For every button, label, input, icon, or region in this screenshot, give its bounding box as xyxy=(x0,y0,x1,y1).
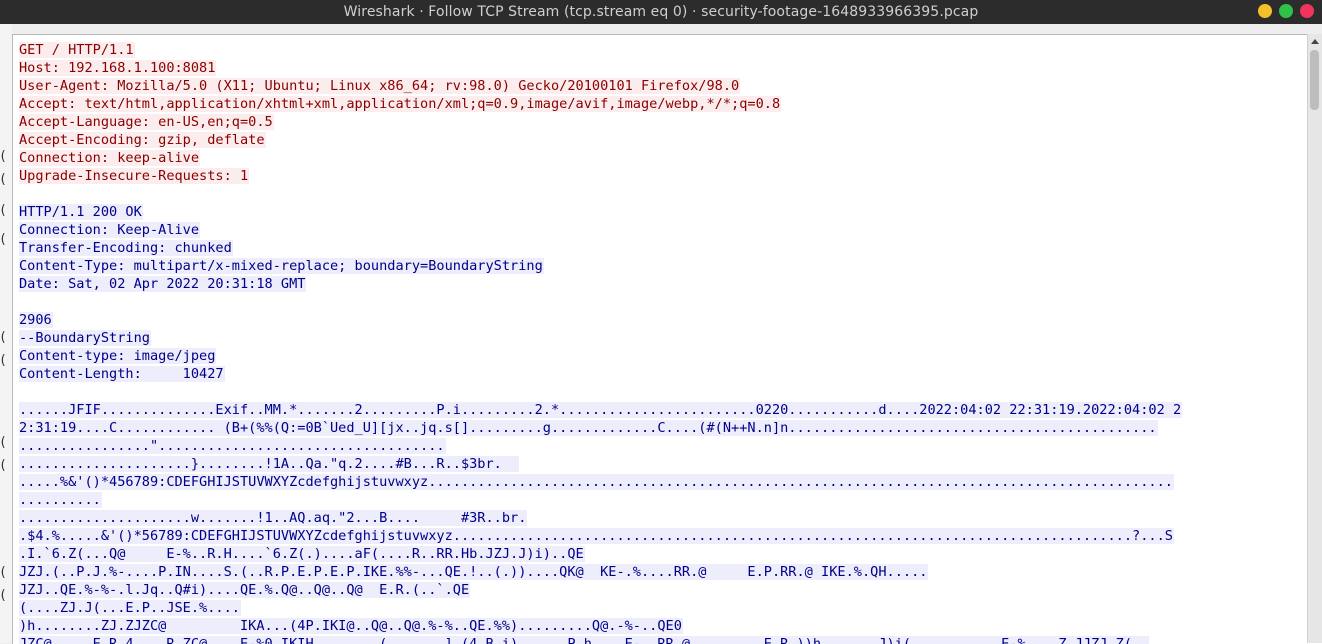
server-text: Content-type: image/jpeg xyxy=(19,348,217,364)
client-text: Accept-Encoding: gzip, deflate xyxy=(19,132,266,148)
window-title: Wireshark · Follow TCP Stream (tcp.strea… xyxy=(343,4,979,20)
server-text: Content-Length: 10427 xyxy=(19,366,225,382)
window-controls xyxy=(1258,4,1314,18)
minimize-button[interactable] xyxy=(1258,4,1272,18)
server-text: )h........ZJ.ZJZC@ IKA...(4P.IKI@..Q@..Q… xyxy=(19,618,683,634)
client-line: Accept: text/html,application/xhtml+xml,… xyxy=(19,95,1309,113)
strip-glyph: ( xyxy=(0,172,7,187)
strip-glyph: ( xyxy=(0,232,7,247)
server-line: 2:31:19....C............ (B+(%%(Q:=0B`Ue… xyxy=(19,419,1309,437)
server-line: Connection: Keep-Alive xyxy=(19,221,1309,239)
strip-glyph: ( xyxy=(0,203,7,218)
strip-glyph: ( xyxy=(0,458,7,473)
client-text: User-Agent: Mozilla/5.0 (X11; Ubuntu; Li… xyxy=(19,78,741,94)
server-text: 2:31:19....C............ (B+(%%(Q:=0B`Ue… xyxy=(19,420,1158,436)
strip-glyph: ( xyxy=(0,149,7,164)
client-line: Connection: keep-alive xyxy=(19,149,1309,167)
client-text: Accept-Language: en-US,en;q=0.5 xyxy=(19,114,274,130)
close-button[interactable] xyxy=(1300,4,1314,18)
server-text: (....ZJ.J(...E.P..JSE.%.... xyxy=(19,600,241,616)
server-text: .$4.%.....&'()*56789:CDEFGHIJSTUVWXYZcde… xyxy=(19,528,1174,544)
server-text: Date: Sat, 02 Apr 2022 20:31:18 GMT xyxy=(19,276,307,292)
server-line: --BoundaryString xyxy=(19,329,1309,347)
server-text: .....................w.......!1..AQ.aq."… xyxy=(19,510,528,526)
server-line: Content-Length: 10427 xyxy=(19,365,1309,383)
server-text: HTTP/1.1 200 OK xyxy=(19,204,143,220)
server-line: Content-type: image/jpeg xyxy=(19,347,1309,365)
server-line: HTTP/1.1 200 OK xyxy=(19,203,1309,221)
client-text: Host: 192.168.1.100:8081 xyxy=(19,60,217,76)
server-line: Transfer-Encoding: chunked xyxy=(19,239,1309,257)
client-line: Accept-Encoding: gzip, deflate xyxy=(19,131,1309,149)
server-line: .I.`6.Z(...Q@ E-%..R.H....`6.Z(.)....aF(… xyxy=(19,545,1309,563)
server-text: Transfer-Encoding: chunked xyxy=(19,240,233,256)
server-line: JZJ.(..P.J.%-....P.IN....S.(..R.P.E.P.E.… xyxy=(19,563,1309,581)
server-text: JZJ..QE.%-%-.l.Jq..Q#i)....QE.%.Q@..Q@..… xyxy=(19,582,471,598)
client-text: Upgrade-Insecure-Requests: 1 xyxy=(19,168,250,184)
client-line: Host: 192.168.1.100:8081 xyxy=(19,59,1309,77)
client-line: GET / HTTP/1.1 xyxy=(19,41,1309,59)
client-line: Accept-Language: en-US,en;q=0.5 xyxy=(19,113,1309,131)
server-line: ................".......................… xyxy=(19,437,1309,455)
server-text: Connection: Keep-Alive xyxy=(19,222,201,238)
window-titlebar[interactable]: Wireshark · Follow TCP Stream (tcp.strea… xyxy=(0,0,1322,24)
server-line: .....................}........!1A..Qa."q… xyxy=(19,455,1309,473)
server-line: JZJ..QE.%-%-.l.Jq..Q#i)....QE.%.Q@..Q@..… xyxy=(19,581,1309,599)
server-text: Content-Type: multipart/x-mixed-replace;… xyxy=(19,258,544,274)
client-line: Upgrade-Insecure-Requests: 1 xyxy=(19,167,1309,185)
server-line: .$4.%.....&'()*56789:CDEFGHIJSTUVWXYZcde… xyxy=(19,527,1309,545)
strip-glyph: ( xyxy=(0,353,7,368)
server-line: Date: Sat, 02 Apr 2022 20:31:18 GMT xyxy=(19,275,1309,293)
background-window-strip: ( ( ( ( ( ( ( ( ( ( xyxy=(0,24,12,643)
server-line: .....%&'()*456789:CDEFGHIJSTUVWXYZcdefgh… xyxy=(19,473,1309,491)
strip-glyph: ( xyxy=(0,588,7,603)
server-text: JZJ.(..P.J.%-....P.IN....S.(..R.P.E.P.E.… xyxy=(19,564,929,580)
server-text: ................".......................… xyxy=(19,438,446,454)
maximize-button[interactable] xyxy=(1279,4,1293,18)
server-line: )h........ZJ.ZJZC@ IKA...(4P.IKI@..Q@..Q… xyxy=(19,617,1309,635)
server-line: (....ZJ.J(...E.P..JSE.%.... xyxy=(19,599,1309,617)
server-line: Content-Type: multipart/x-mixed-replace;… xyxy=(19,257,1309,275)
server-line: 2906 xyxy=(19,311,1309,329)
server-text: .......... xyxy=(19,492,102,508)
server-text: 2906 xyxy=(19,312,53,328)
strip-glyph: ( xyxy=(0,565,7,580)
server-line: .......... xyxy=(19,491,1309,509)
server-text: .I.`6.Z(...Q@ E-%..R.H....`6.Z(.)....aF(… xyxy=(19,546,585,562)
server-text: ......JFIF..............Exif..MM.*......… xyxy=(19,402,1183,418)
scroll-up-arrow-icon[interactable] xyxy=(1311,39,1319,44)
server-text: --BoundaryString xyxy=(19,330,151,346)
server-text: .....%&'()*456789:CDEFGHIJSTUVWXYZcdefgh… xyxy=(19,474,1174,490)
stream-content: GET / HTTP/1.1 Host: 192.168.1.100:8081 … xyxy=(19,41,1309,644)
strip-glyph: ( xyxy=(0,330,7,345)
client-text: Connection: keep-alive xyxy=(19,150,201,166)
client-text: GET / HTTP/1.1 xyxy=(19,42,135,58)
server-text: .....................}........!1A..Qa."q… xyxy=(19,456,520,472)
scroll-thumb[interactable] xyxy=(1310,50,1319,110)
tcp-stream-view[interactable]: GET / HTTP/1.1 Host: 192.168.1.100:8081 … xyxy=(12,34,1322,644)
client-text: Accept: text/html,application/xhtml+xml,… xyxy=(19,96,782,112)
client-line: User-Agent: Mozilla/5.0 (X11; Ubuntu; Li… xyxy=(19,77,1309,95)
server-line: .....................w.......!1..AQ.aq."… xyxy=(19,509,1309,527)
vertical-scrollbar[interactable] xyxy=(1307,34,1322,643)
strip-glyph: ( xyxy=(0,435,7,450)
server-line: ......JFIF..............Exif..MM.*......… xyxy=(19,401,1309,419)
